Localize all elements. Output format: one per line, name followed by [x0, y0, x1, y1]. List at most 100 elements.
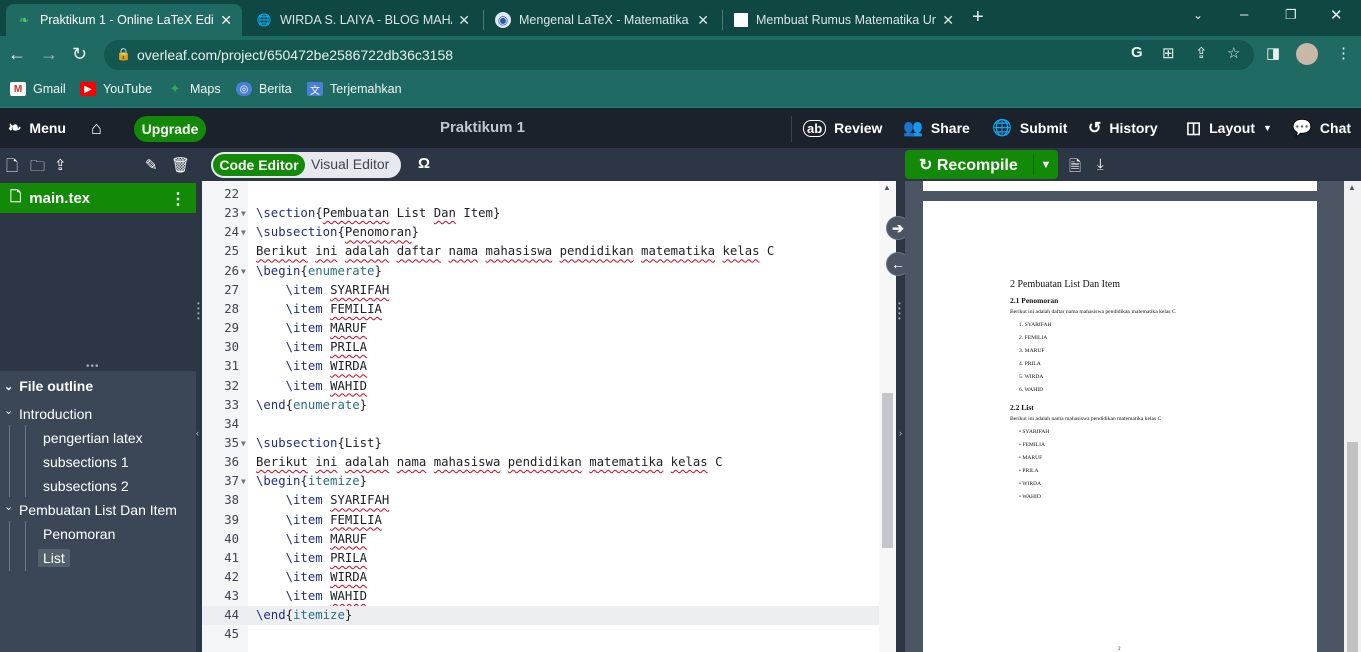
- bookmark-berita[interactable]: ◎ Berita: [236, 82, 292, 96]
- browser-tab-blog[interactable]: 🌐 WIRDA S. LAIYA - BLOG MAHASISWA ✕: [246, 4, 480, 36]
- side-panel-icon[interactable]: ◨: [1266, 44, 1280, 62]
- code-line[interactable]: 32 \item WAHID: [202, 377, 879, 396]
- lock-icon[interactable]: 🔒: [116, 47, 131, 61]
- bookmark-youtube[interactable]: ▶ YouTube: [80, 82, 152, 96]
- outline-item-introduction[interactable]: Introduction: [19, 406, 92, 422]
- close-tab-icon[interactable]: ✕: [942, 12, 954, 29]
- file-outline-header[interactable]: ⌄ File outline: [0, 374, 196, 398]
- scroll-up-arrow-icon[interactable]: ▲: [883, 183, 891, 192]
- forward-icon[interactable]: →: [40, 44, 58, 65]
- code-line[interactable]: 26 ▼ \begin{enumerate}: [202, 262, 879, 281]
- new-tab-button[interactable]: +: [972, 6, 984, 29]
- back-icon[interactable]: ←: [8, 44, 26, 65]
- bookmark-maps[interactable]: ✦ Maps: [167, 81, 221, 96]
- share-page-icon[interactable]: ⇪: [1195, 44, 1208, 62]
- recompile-options-caret-icon[interactable]: ▼: [1033, 154, 1058, 175]
- fold-arrow-icon[interactable]: ▼: [241, 434, 246, 453]
- history-button[interactable]: ↺ History: [1088, 108, 1158, 148]
- tab-search-icon[interactable]: ⌄: [1193, 8, 1203, 22]
- code-line[interactable]: 41 \item PRILA: [202, 549, 879, 568]
- new-folder-icon[interactable]: 🗀: [30, 156, 45, 181]
- outline-resize-handle[interactable]: •••: [0, 361, 196, 372]
- bookmark-gmail[interactable]: M Gmail: [10, 82, 66, 96]
- browser-tab-overleaf[interactable]: ❧ Praktikum 1 - Online LaTeX Editor Over…: [6, 4, 242, 36]
- code-line[interactable]: 43 \item WAHID: [202, 587, 879, 606]
- bookmark-terjemahkan[interactable]: 文 Terjemahkan: [307, 82, 402, 97]
- browser-tab-rumus[interactable]: Membuat Rumus Matematika Untuk Blog ✕: [724, 4, 964, 36]
- code-line[interactable]: 45: [202, 625, 879, 644]
- review-button[interactable]: ab Review: [803, 108, 882, 148]
- code-line[interactable]: 33 \end{enumerate}: [202, 396, 879, 415]
- code-line[interactable]: 22: [202, 185, 879, 204]
- rename-pencil-icon[interactable]: ✎: [145, 156, 158, 174]
- code-line[interactable]: 42 \item WIRDA: [202, 568, 879, 587]
- outline-item-subsections-1[interactable]: subsections 1: [43, 454, 129, 470]
- collapse-preview-icon[interactable]: ›: [896, 428, 905, 440]
- scroll-up-arrow-icon[interactable]: ▲: [1348, 183, 1356, 192]
- download-pdf-icon[interactable]: ⤓: [1097, 156, 1104, 173]
- code-line[interactable]: 31 \item WIRDA: [202, 357, 879, 376]
- fold-arrow-icon[interactable]: ▼: [241, 472, 246, 491]
- code-line[interactable]: 38 \item SYARIFAH: [202, 491, 879, 510]
- upload-icon[interactable]: ⇪: [54, 156, 67, 174]
- url-bar[interactable]: 🔒 overleaf.com/project/650472be2586722db…: [104, 40, 1254, 70]
- code-line[interactable]: 24 ▼ \subsection{Penomoran}: [202, 223, 879, 242]
- close-window-icon[interactable]: ✕: [1330, 6, 1343, 24]
- close-tab-icon[interactable]: ✕: [697, 12, 709, 29]
- preview-scrollbar[interactable]: ▲: [1344, 181, 1361, 652]
- code-line[interactable]: 36 Berikut ini adalah nama mahasiswa pend…: [202, 453, 879, 472]
- fold-arrow-icon[interactable]: ▼: [241, 262, 246, 281]
- outline-item-list[interactable]: List: [38, 549, 70, 567]
- delete-trash-icon[interactable]: 🗑: [171, 156, 190, 174]
- code-editor[interactable]: 22 23 ▼ \section{Pembuatan List Dan Item} 24…: [202, 181, 896, 652]
- outline-item-pengertian-latex[interactable]: pengertian latex: [43, 430, 143, 446]
- profile-avatar[interactable]: [1296, 43, 1318, 65]
- bookmark-star-icon[interactable]: ☆: [1227, 44, 1240, 62]
- translate-icon[interactable]: ⊞: [1162, 44, 1175, 62]
- code-line[interactable]: 23 ▼ \section{Pembuatan List Dan Item}: [202, 204, 879, 223]
- code-line[interactable]: 25 Berikut ini adalah daftar nama mahasis…: [202, 242, 879, 261]
- code-line[interactable]: 35 ▼ \subsection{List}: [202, 434, 879, 453]
- fold-arrow-icon[interactable]: ▼: [241, 204, 246, 223]
- browser-tab-latex[interactable]: ◉ Mengenal LaTeX - Matematika Nusantara …: [485, 4, 719, 36]
- chat-button[interactable]: 💬 Chat: [1292, 108, 1351, 148]
- chevron-down-icon[interactable]: ⌄: [4, 500, 13, 513]
- editor-scroll-thumb[interactable]: [882, 393, 893, 548]
- code-line[interactable]: 39 \item FEMILIA: [202, 511, 879, 530]
- minimize-icon[interactable]: –: [1240, 6, 1248, 23]
- code-line[interactable]: 30 \item PRILA: [202, 338, 879, 357]
- recompile-button[interactable]: ↻ Recompile ▼: [905, 150, 1058, 179]
- preview-scroll-thumb[interactable]: [1347, 442, 1358, 652]
- code-line[interactable]: 34: [202, 415, 879, 434]
- view-logs-icon[interactable]: 🗎: [1069, 156, 1081, 181]
- code-line[interactable]: 40 \item MARUF: [202, 530, 879, 549]
- chrome-menu-icon[interactable]: ⋮: [1336, 44, 1351, 62]
- fold-arrow-icon[interactable]: ▼: [241, 223, 246, 242]
- layout-button[interactable]: ◫ Layout ▼: [1186, 108, 1272, 148]
- page-icon: [734, 13, 748, 27]
- code-line[interactable]: 28 \item FEMILIA: [202, 300, 879, 319]
- reload-icon[interactable]: ↻: [72, 44, 87, 65]
- restore-icon[interactable]: ❐: [1285, 7, 1297, 23]
- symbol-palette-button[interactable]: Ω: [418, 155, 430, 172]
- close-tab-icon[interactable]: ✕: [220, 12, 232, 29]
- code-line[interactable]: 37 ▼ \begin{itemize}: [202, 472, 879, 491]
- pdf-page[interactable]: 2 Pembuatan List Dan Item 2.1 Penomoran …: [923, 201, 1317, 652]
- close-tab-icon[interactable]: ✕: [458, 12, 470, 29]
- visual-editor-toggle[interactable]: Visual Editor: [311, 156, 389, 172]
- submit-button[interactable]: 🌐 Submit: [992, 108, 1067, 148]
- outline-item-pembuatan-list[interactable]: Pembuatan List Dan Item: [19, 502, 177, 518]
- google-icon[interactable]: G: [1131, 44, 1143, 61]
- code-line[interactable]: 27 \item SYARIFAH: [202, 281, 879, 300]
- url-text[interactable]: overleaf.com/project/650472be2586722db36…: [137, 47, 453, 63]
- chevron-down-icon[interactable]: ⌄: [4, 404, 13, 417]
- file-menu-icon[interactable]: ⋮: [170, 189, 186, 209]
- code-editor-toggle[interactable]: Code Editor: [213, 154, 305, 176]
- share-button[interactable]: 👥 Share: [903, 108, 970, 148]
- code-line[interactable]: 29 \item MARUF: [202, 319, 879, 338]
- code-line[interactable]: 44 \end{itemize}: [202, 606, 879, 626]
- outline-item-subsections-2[interactable]: subsections 2: [43, 478, 129, 494]
- file-main-tex[interactable]: 🗋 main.tex ⋮: [0, 183, 196, 213]
- new-file-icon[interactable]: 🗋: [6, 156, 18, 181]
- outline-item-penomoran[interactable]: Penomoran: [43, 526, 115, 542]
